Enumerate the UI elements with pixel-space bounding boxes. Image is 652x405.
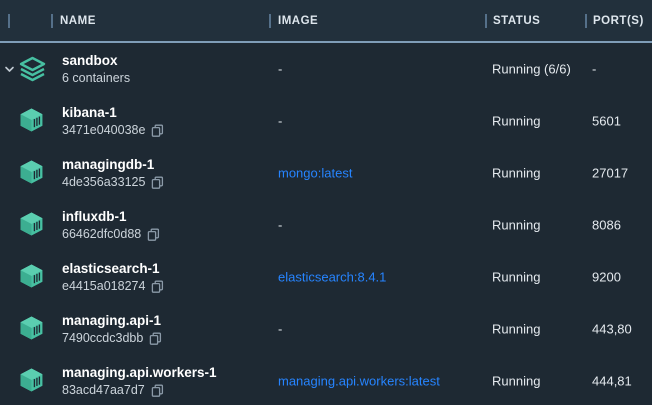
copy-icon[interactable] xyxy=(151,124,164,137)
container-name: elasticsearch-1 xyxy=(62,261,164,276)
container-id: 66462dfc0d88 xyxy=(62,227,141,241)
header-divider xyxy=(585,14,587,28)
image-link[interactable]: managing.api.workers:latest xyxy=(278,374,440,389)
container-id: 7490ccdc3dbb xyxy=(62,331,143,345)
status-text: Running xyxy=(492,218,540,233)
container-icon xyxy=(19,108,46,135)
stack-icon xyxy=(19,56,46,83)
container-id: 4de356a33125 xyxy=(62,175,145,189)
container-id: e4415a018274 xyxy=(62,279,145,293)
container-id: 6 containers xyxy=(62,71,130,85)
image-cell: - xyxy=(278,114,282,129)
column-header-name: NAME xyxy=(60,15,96,27)
container-id: 3471e040038e xyxy=(62,123,145,137)
name-cell: elasticsearch-1 e4415a018274 xyxy=(62,261,164,293)
status-text: Running (6/6) xyxy=(492,62,571,77)
container-id: 83acd47aa7d7 xyxy=(62,383,145,397)
ports-text: 5601 xyxy=(592,114,621,129)
container-icon xyxy=(19,316,46,343)
container-icon xyxy=(19,264,46,291)
name-cell: managing.api-1 7490ccdc3dbb xyxy=(62,313,162,345)
container-name: managingdb-1 xyxy=(62,157,164,172)
ports-text: 443,80 xyxy=(592,322,632,337)
header-divider xyxy=(269,14,271,28)
copy-icon[interactable] xyxy=(147,228,160,241)
table-header: NAME IMAGE STATUS PORT(S) xyxy=(0,0,652,43)
status-text: Running xyxy=(492,114,540,129)
header-divider xyxy=(485,14,487,28)
ports-text: - xyxy=(592,62,596,77)
header-divider xyxy=(51,14,53,28)
container-icon xyxy=(19,368,46,395)
image-cell: - xyxy=(278,322,282,337)
container-icon xyxy=(19,212,46,239)
copy-icon[interactable] xyxy=(151,280,164,293)
copy-icon[interactable] xyxy=(151,384,164,397)
copy-icon[interactable] xyxy=(151,176,164,189)
name-cell: influxdb-1 66462dfc0d88 xyxy=(62,209,160,241)
name-cell: managing.api.workers-1 83acd47aa7d7 xyxy=(62,365,217,397)
table-body: sandbox 6 containers - Running (6/6) - k… xyxy=(0,43,652,405)
status-text: Running xyxy=(492,270,540,285)
container-name: influxdb-1 xyxy=(62,209,160,224)
container-name: sandbox xyxy=(62,53,130,68)
container-row[interactable]: influxdb-1 66462dfc0d88 - Running 8086 xyxy=(0,199,652,251)
column-header-status: STATUS xyxy=(493,15,540,27)
container-row[interactable]: kibana-1 3471e040038e - Running 5601 xyxy=(0,95,652,147)
ports-text: 9200 xyxy=(592,270,621,285)
image-link[interactable]: elasticsearch:8.4.1 xyxy=(278,270,386,285)
name-cell: sandbox 6 containers xyxy=(62,53,130,85)
container-row[interactable]: managing.api-1 7490ccdc3dbb - Running 44… xyxy=(0,303,652,355)
status-text: Running xyxy=(492,322,540,337)
image-cell: - xyxy=(278,62,282,77)
ports-text: 8086 xyxy=(592,218,621,233)
ports-text: 27017 xyxy=(592,166,628,181)
status-text: Running xyxy=(492,374,540,389)
container-name: managing.api.workers-1 xyxy=(62,365,217,380)
container-name: kibana-1 xyxy=(62,105,164,120)
container-name: managing.api-1 xyxy=(62,313,162,328)
image-link[interactable]: mongo:latest xyxy=(278,166,352,181)
container-row[interactable]: elasticsearch-1 e4415a018274 elasticsear… xyxy=(0,251,652,303)
name-cell: managingdb-1 4de356a33125 xyxy=(62,157,164,189)
container-row[interactable]: sandbox 6 containers - Running (6/6) - xyxy=(0,43,652,95)
image-cell: - xyxy=(278,218,282,233)
container-row[interactable]: managingdb-1 4de356a33125 mongo:latest R… xyxy=(0,147,652,199)
container-icon xyxy=(19,160,46,187)
status-text: Running xyxy=(492,166,540,181)
header-divider xyxy=(8,14,10,28)
name-cell: kibana-1 3471e040038e xyxy=(62,105,164,137)
container-row[interactable]: managing.api.workers-1 83acd47aa7d7 mana… xyxy=(0,355,652,405)
column-header-image: IMAGE xyxy=(278,15,318,27)
column-header-ports: PORT(S) xyxy=(593,15,644,27)
chevron-down-icon[interactable] xyxy=(3,63,16,76)
copy-icon[interactable] xyxy=(149,332,162,345)
ports-text: 444,81 xyxy=(592,374,632,389)
containers-table: NAME IMAGE STATUS PORT(S) sandbox 6 cont… xyxy=(0,0,652,405)
